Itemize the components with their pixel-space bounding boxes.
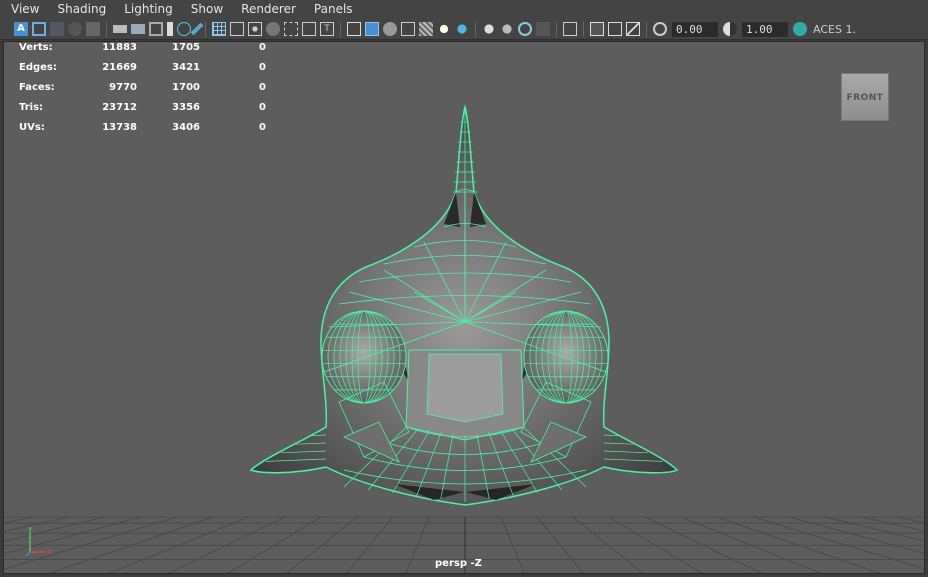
bookmark-flag-icon[interactable] (167, 22, 173, 36)
hud-value: 13738 (102, 122, 137, 133)
menu-lighting[interactable]: Lighting (113, 0, 180, 19)
hud-label: UVs: (19, 122, 45, 133)
depth-of-field-icon[interactable] (536, 22, 550, 36)
textured-icon[interactable] (401, 22, 415, 36)
hud-value: 0 (259, 122, 266, 133)
safe-action-icon[interactable] (302, 22, 316, 36)
maya-viewport-panel: View Shading Lighting Show Renderer Pane… (0, 0, 928, 577)
ambient-occlusion-icon[interactable] (482, 22, 496, 36)
exposure-icon[interactable] (653, 22, 667, 36)
hud-value: 1705 (172, 42, 200, 53)
hud-value: 3421 (172, 62, 200, 73)
wireframe-cube-icon[interactable] (347, 22, 361, 36)
grid-icon[interactable] (212, 22, 226, 36)
menu-shading[interactable]: Shading (46, 0, 113, 19)
safe-title-icon[interactable]: T (320, 22, 334, 36)
toolbar-separator (475, 21, 476, 37)
smooth-shade-icon[interactable] (365, 22, 379, 36)
gamma-field[interactable]: 1.00 (742, 21, 788, 37)
hud-value: 0 (259, 62, 266, 73)
two-d-pan-icon[interactable] (86, 22, 100, 36)
toolbar-separator (106, 21, 107, 37)
lock-camera-icon[interactable] (32, 22, 46, 36)
panel-menubar: View Shading Lighting Show Renderer Pane… (0, 0, 928, 19)
motion-blur-icon[interactable] (500, 22, 514, 36)
xray-joints-icon[interactable] (590, 22, 604, 36)
camera-attributes-icon[interactable] (131, 24, 145, 34)
image-plane-icon[interactable] (68, 22, 82, 36)
color-management-icon[interactable] (793, 22, 807, 36)
toolbar-separator (646, 21, 647, 37)
camera-icon[interactable] (113, 25, 127, 33)
toolbar-separator (340, 21, 341, 37)
pencil-icon[interactable] (190, 22, 204, 36)
viewcube-front[interactable]: FRONT (841, 73, 889, 121)
hud-value: 0 (259, 102, 266, 113)
select-camera-icon[interactable]: A (14, 22, 28, 36)
hud-value: 0 (259, 82, 266, 93)
hud-value: 3406 (172, 122, 200, 133)
shadows-icon[interactable] (455, 22, 469, 36)
perspective-viewport[interactable]: Verts: 11883 1705 0 Edges: 21669 3421 0 … (3, 41, 925, 574)
hud-value: 11883 (102, 42, 137, 53)
hud-value: 23712 (102, 102, 137, 113)
film-gate-icon[interactable] (230, 22, 244, 36)
toolbar-separator (583, 21, 584, 37)
camera-name-label: persp -Z (435, 558, 482, 569)
menu-panels[interactable]: Panels (303, 0, 360, 19)
hud-label: Verts: (19, 42, 53, 53)
wireframe-on-shaded-icon[interactable] (383, 22, 397, 36)
axis-gizmo: Y X (25, 526, 52, 557)
hud-value: 3356 (172, 102, 200, 113)
isolate-select-icon[interactable] (563, 22, 577, 36)
panel-toolbar: A T 0.00 1.00 ACES 1. (0, 19, 928, 40)
axis-x-label: X (47, 548, 52, 556)
xray-icon[interactable] (419, 22, 433, 36)
gamma-icon[interactable] (723, 22, 737, 36)
shark-head-wireframe-model[interactable] (4, 42, 925, 574)
move-tool-icon[interactable] (177, 22, 191, 36)
toolbar-separator (556, 21, 557, 37)
xray-active-icon[interactable] (608, 22, 622, 36)
hud-label: Faces: (19, 82, 55, 93)
hud-value: 1700 (172, 82, 200, 93)
hud-value: 0 (259, 42, 266, 53)
hud-label: Tris: (19, 102, 44, 113)
field-chart-icon[interactable] (284, 22, 298, 36)
anti-aliasing-icon[interactable] (518, 22, 532, 36)
menu-view[interactable]: View (0, 0, 46, 19)
grease-pencil-icon[interactable] (149, 22, 163, 36)
toolbar-separator (205, 21, 206, 37)
backface-culling-icon[interactable] (626, 22, 640, 36)
view-transform-label[interactable]: ACES 1. (813, 23, 856, 36)
hud-value: 9770 (109, 82, 137, 93)
axis-y-label: Y (27, 526, 33, 534)
resolution-gate-icon[interactable] (248, 22, 262, 36)
bookmark-icon[interactable] (50, 22, 64, 36)
hud-label: Edges: (19, 62, 57, 73)
menu-renderer[interactable]: Renderer (230, 0, 303, 19)
lights-icon[interactable] (437, 22, 451, 36)
exposure-field[interactable]: 0.00 (672, 21, 718, 37)
hud-value: 21669 (102, 62, 137, 73)
gate-mask-icon[interactable] (266, 22, 280, 36)
menu-show[interactable]: Show (180, 0, 230, 19)
